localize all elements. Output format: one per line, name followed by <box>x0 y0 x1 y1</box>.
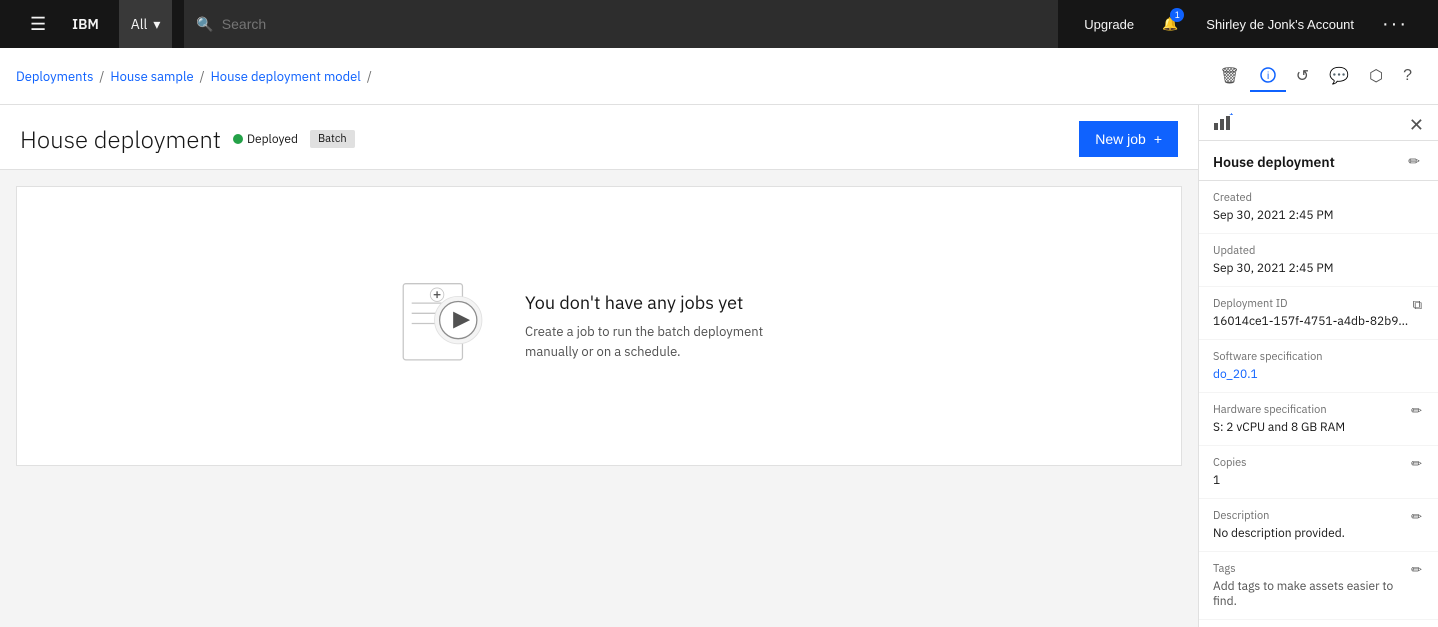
description-actions: ✏ <box>1409 509 1424 525</box>
edit-description-button[interactable]: ✏ <box>1409 509 1424 525</box>
export-button[interactable]: ⬡ <box>1359 60 1393 92</box>
copies-row: Copies 1 ✏ <box>1199 446 1438 499</box>
created-value: Sep 30, 2021 2:45 PM <box>1213 208 1424 223</box>
brand-logo: IBM <box>72 15 99 33</box>
updated-info: Updated Sep 30, 2021 2:45 PM <box>1213 244 1424 276</box>
hardware-spec-actions: ✏ <box>1409 403 1424 419</box>
search-icon: 🔍 <box>196 15 213 33</box>
hardware-spec-value: S: 2 vCPU and 8 GB RAM <box>1213 420 1409 435</box>
notification-button[interactable]: 🔔 1 <box>1148 0 1192 48</box>
batch-tag: Batch <box>310 130 355 148</box>
created-info: Created Sep 30, 2021 2:45 PM <box>1213 191 1424 223</box>
edit-hardware-spec-button[interactable]: ✏ <box>1409 403 1424 419</box>
description-label: Description <box>1213 509 1409 523</box>
deployment-id-row: Deployment ID 16014ce1-157f-4751-a4db-82… <box>1199 287 1438 340</box>
delete-button[interactable]: 🗑 <box>1209 60 1249 92</box>
description-value: No description provided. <box>1213 526 1409 541</box>
copy-deployment-id-button[interactable]: ⧉ <box>1411 297 1424 313</box>
panel-top-bar: 1 ✕ <box>1199 105 1438 141</box>
deployment-id-value: 16014ce1-157f-4751-a4db-82b9... <box>1213 314 1411 329</box>
copies-value: 1 <box>1213 473 1409 488</box>
software-spec-link[interactable]: do_20.1 <box>1213 367 1258 382</box>
new-job-button[interactable]: New job + <box>1079 121 1178 157</box>
empty-state-area: You don't have any jobs yet Create a job… <box>16 186 1182 466</box>
hardware-spec-label: Hardware specification <box>1213 403 1409 417</box>
top-navigation: ☰ IBM All ▾ 🔍 Upgrade 🔔 1 Shirley de Jon… <box>0 0 1438 48</box>
upgrade-button[interactable]: Upgrade <box>1070 0 1148 48</box>
right-actions: Upgrade 🔔 1 Shirley de Jonk's Account ··… <box>1070 0 1422 48</box>
user-account-button[interactable]: Shirley de Jonk's Account <box>1192 0 1368 48</box>
created-row: Created Sep 30, 2021 2:45 PM <box>1199 181 1438 234</box>
help-button[interactable]: ? <box>1393 60 1422 92</box>
panel-header: House deployment ✏ <box>1199 141 1438 181</box>
close-panel-button[interactable]: ✕ <box>1409 113 1424 136</box>
associated-asset-row: Associated asset House deployment model … <box>1199 620 1438 627</box>
description-row: Description No description provided. ✏ <box>1199 499 1438 552</box>
updated-label: Updated <box>1213 244 1424 258</box>
copies-actions: ✏ <box>1409 456 1424 472</box>
software-spec-row: Software specification do_20.1 <box>1199 340 1438 393</box>
breadcrumb-house-sample[interactable]: House sample <box>110 68 193 85</box>
menu-button[interactable]: ☰ <box>16 0 60 48</box>
notification-badge: 1 <box>1170 8 1184 22</box>
panel-chart-icon: 1 <box>1213 113 1233 136</box>
hardware-spec-row: Hardware specification S: 2 vCPU and 8 G… <box>1199 393 1438 446</box>
hardware-spec-info: Hardware specification S: 2 vCPU and 8 G… <box>1213 403 1409 435</box>
deployment-id-actions: ⧉ <box>1411 297 1424 313</box>
comment-button[interactable]: 💬 <box>1319 60 1359 92</box>
content-area: House deployment Deployed Batch New job … <box>0 105 1198 627</box>
svg-text:i: i <box>1267 71 1269 82</box>
new-job-label: New job <box>1095 131 1146 147</box>
breadcrumb-deployments[interactable]: Deployments <box>16 68 93 85</box>
history-button[interactable]: ↺ <box>1286 60 1319 92</box>
panel-title: House deployment <box>1213 153 1335 171</box>
empty-illustration: You don't have any jobs yet Create a job… <box>393 271 805 381</box>
tags-value: Add tags to make assets easier to find. <box>1213 579 1409 609</box>
software-spec-info: Software specification do_20.1 <box>1213 350 1424 382</box>
main-layout: House deployment Deployed Batch New job … <box>0 105 1438 627</box>
status-dot <box>233 134 243 144</box>
breadcrumb-house-deployment-model[interactable]: House deployment model <box>211 68 361 85</box>
updated-row: Updated Sep 30, 2021 2:45 PM <box>1199 234 1438 287</box>
plus-icon: + <box>1154 131 1162 147</box>
breadcrumb-sep-3: / <box>367 68 372 85</box>
svg-text:1: 1 <box>1229 113 1233 118</box>
tags-label: Tags <box>1213 562 1409 576</box>
description-info: Description No description provided. <box>1213 509 1409 541</box>
page-header: House deployment Deployed Batch New job … <box>0 105 1198 170</box>
page-title: House deployment <box>20 123 221 155</box>
tags-row: Tags Add tags to make assets easier to f… <box>1199 552 1438 620</box>
more-options-button[interactable]: ··· <box>1368 0 1422 48</box>
software-spec-label: Software specification <box>1213 350 1424 364</box>
empty-text: You don't have any jobs yet Create a job… <box>525 291 805 361</box>
search-input[interactable] <box>222 16 1046 32</box>
edit-tags-button[interactable]: ✏ <box>1409 562 1424 578</box>
deployment-id-label: Deployment ID <box>1213 297 1411 311</box>
page-title-row: House deployment Deployed Batch <box>20 123 355 155</box>
breadcrumb-sep-2: / <box>200 68 205 85</box>
software-spec-value: do_20.1 <box>1213 367 1424 382</box>
created-label: Created <box>1213 191 1424 205</box>
empty-illustration-icon <box>393 271 493 381</box>
status-label: Deployed <box>247 132 298 147</box>
deployment-id-info: Deployment ID 16014ce1-157f-4751-a4db-82… <box>1213 297 1411 329</box>
breadcrumb-bar: Deployments / House sample / House deplo… <box>0 48 1438 105</box>
search-area[interactable]: 🔍 <box>184 0 1058 48</box>
breadcrumb-actions: 🗑 i ↺ 💬 ⬡ ? <box>1209 60 1422 92</box>
empty-title: You don't have any jobs yet <box>525 291 805 314</box>
all-dropdown[interactable]: All ▾ <box>119 0 173 48</box>
panel-edit-button[interactable]: ✏ <box>1404 151 1424 172</box>
copies-label: Copies <box>1213 456 1409 470</box>
copies-info: Copies 1 <box>1213 456 1409 488</box>
edit-copies-button[interactable]: ✏ <box>1409 456 1424 472</box>
tags-actions: ✏ <box>1409 562 1424 578</box>
updated-value: Sep 30, 2021 2:45 PM <box>1213 261 1424 276</box>
empty-description: Create a job to run the batch deployment… <box>525 322 805 361</box>
info-tab-button[interactable]: i <box>1250 60 1286 92</box>
status-badge: Deployed <box>233 132 298 147</box>
tags-info: Tags Add tags to make assets easier to f… <box>1213 562 1409 609</box>
right-panel: 1 ✕ House deployment ✏ Created Sep 30, 2… <box>1198 105 1438 627</box>
breadcrumb-sep-1: / <box>99 68 104 85</box>
